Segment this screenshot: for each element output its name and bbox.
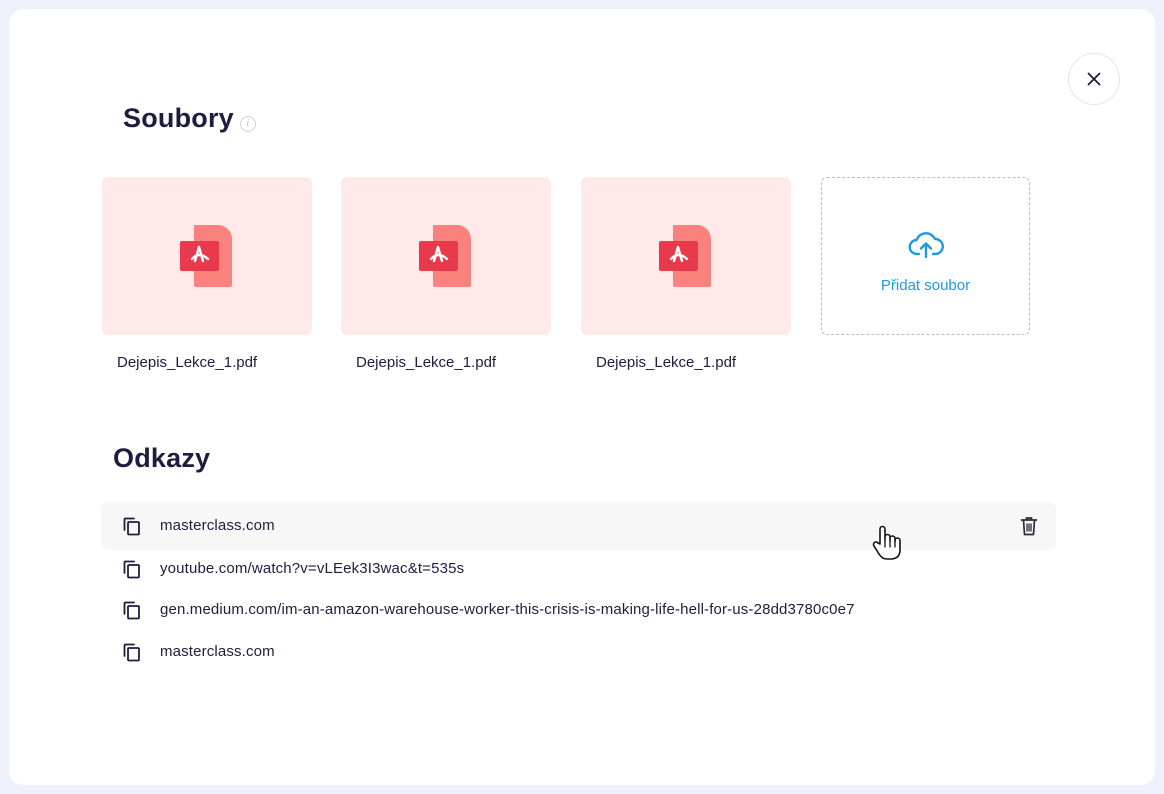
close-icon xyxy=(1087,72,1101,86)
add-file-button[interactable]: Přidat soubor xyxy=(821,177,1030,335)
file-card[interactable] xyxy=(581,177,791,335)
link-url[interactable]: masterclass.com xyxy=(160,643,275,660)
file-name: Dejepis_Lekce_1.pdf xyxy=(356,354,497,371)
add-file-label: Přidat soubor xyxy=(880,277,971,294)
trash-icon[interactable] xyxy=(1020,516,1038,536)
close-button[interactable] xyxy=(1068,53,1120,105)
copy-icon[interactable] xyxy=(122,642,142,662)
pdf-icon xyxy=(180,225,232,287)
link-row[interactable]: gen.medium.com/im-an-amazon-warehouse-wo… xyxy=(101,586,1056,634)
link-url[interactable]: gen.medium.com/im-an-amazon-warehouse-wo… xyxy=(160,601,855,618)
file-card[interactable] xyxy=(102,177,312,335)
link-row[interactable]: masterclass.com xyxy=(101,502,1056,550)
file-card[interactable] xyxy=(341,177,551,335)
file-name: Dejepis_Lekce_1.pdf xyxy=(117,354,258,371)
files-section-title: Soubory xyxy=(123,103,234,133)
link-url[interactable]: youtube.com/watch?v=vLEek3I3wac&t=535s xyxy=(160,560,464,577)
pdf-icon xyxy=(419,225,471,287)
copy-icon[interactable] xyxy=(122,516,142,536)
link-url[interactable]: masterclass.com xyxy=(160,517,275,534)
info-icon[interactable]: i xyxy=(240,116,256,132)
file-name: Dejepis_Lekce_1.pdf xyxy=(596,354,737,371)
cloud-upload-icon xyxy=(908,232,944,259)
copy-icon[interactable] xyxy=(122,600,142,620)
pdf-icon xyxy=(659,225,711,287)
link-row[interactable]: masterclass.com xyxy=(101,628,1056,676)
links-section-title: Odkazy xyxy=(113,443,211,473)
copy-icon[interactable] xyxy=(122,559,142,579)
